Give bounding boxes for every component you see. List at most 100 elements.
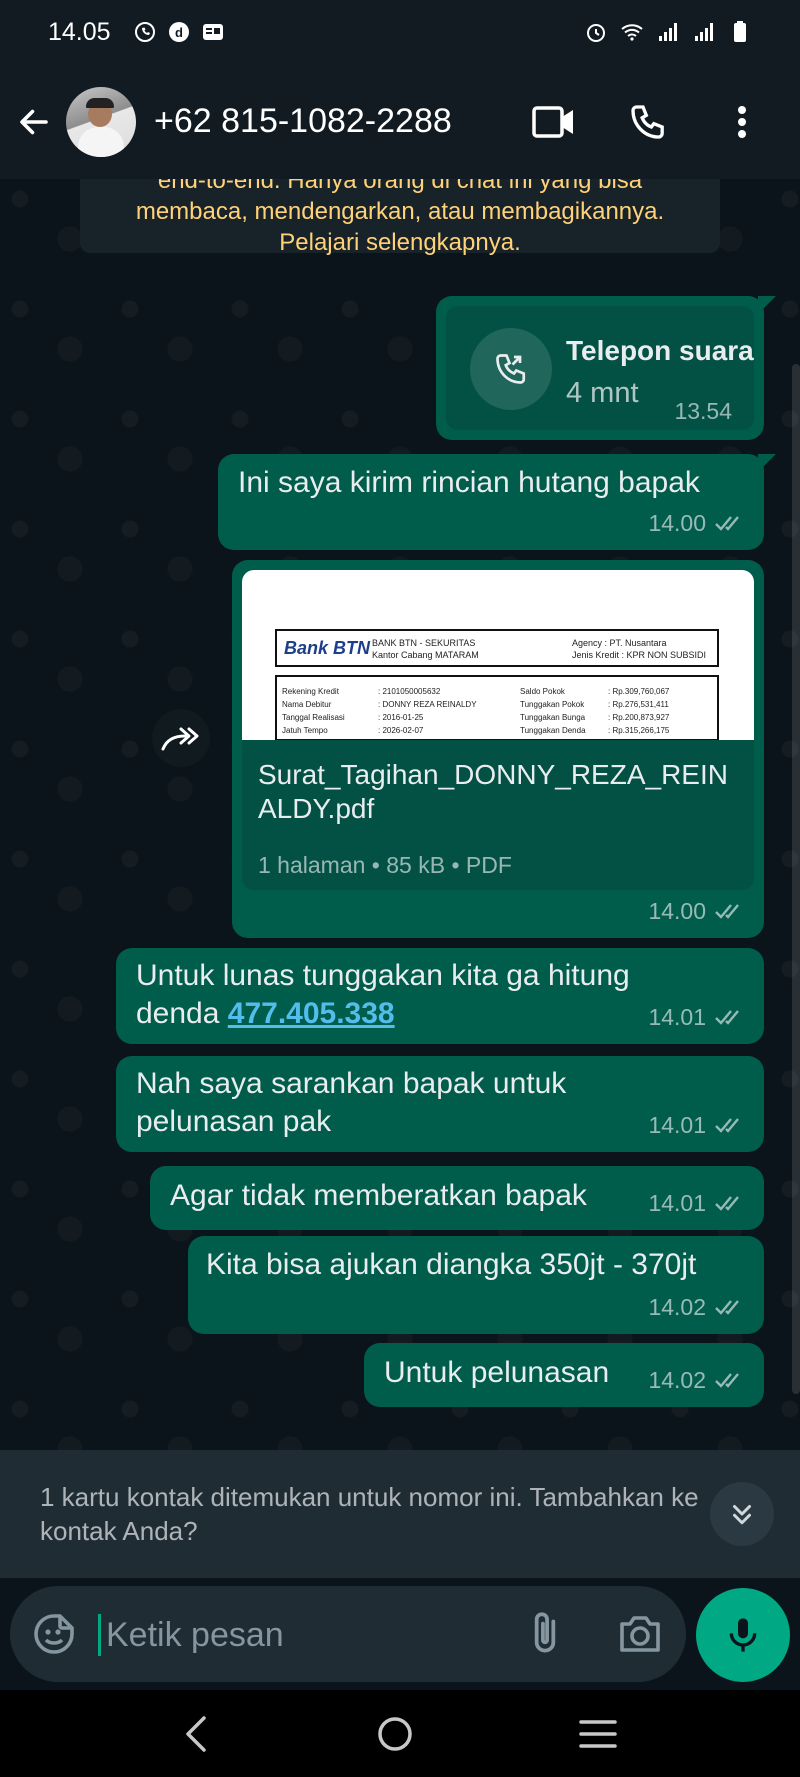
- text-caret: [98, 1614, 101, 1656]
- forward-icon: [161, 727, 199, 751]
- forward-button[interactable]: [152, 709, 210, 767]
- double-check-icon: [715, 1196, 739, 1211]
- kebab-menu-icon: [738, 105, 746, 138]
- call-bubble[interactable]: Telepon suara 4 mnt 13.54: [436, 296, 776, 440]
- sticker-emoji-icon[interactable]: [30, 1610, 78, 1658]
- message-bubble[interactable]: Untuk pelunasan 14.02: [364, 1343, 764, 1407]
- back-button[interactable]: [2, 90, 66, 154]
- amount-link[interactable]: 477.405.338: [228, 997, 395, 1030]
- nav-home-icon[interactable]: [375, 1714, 415, 1754]
- contact-name[interactable]: +62 815-1082-2288: [154, 102, 490, 141]
- signal-icon-2: [695, 23, 713, 41]
- preview-text: Agency : PT. Nusantara: [572, 638, 667, 648]
- scroll-to-bottom-button[interactable]: [710, 1482, 774, 1546]
- notice-line: membaca, mendengarkan, atau membagikanny…: [135, 198, 665, 225]
- document-info: 1 halaman • 85 kB • PDF: [258, 852, 512, 878]
- status-bar: 14.05 d: [0, 0, 800, 64]
- preview-cell: : Rp.315,266,175: [608, 726, 670, 735]
- message-time: 14.01: [648, 1190, 706, 1216]
- preview-cell: : Rp.309,760,067: [608, 687, 670, 696]
- attach-icon[interactable]: [520, 1608, 570, 1660]
- message-time: 14.01: [648, 1004, 706, 1030]
- message-text: pelunasan pak: [136, 1105, 332, 1138]
- double-check-icon: [715, 1373, 739, 1388]
- preview-cell: : 2101050005632: [378, 687, 441, 696]
- double-check-icon: [715, 1300, 739, 1315]
- preview-text: BANK BTN - SEKURITAS: [372, 638, 475, 648]
- document-card[interactable]: Bank BTN BANK BTN - SEKURITAS Kantor Cab…: [242, 570, 754, 890]
- message-meta: 14.00: [648, 504, 748, 542]
- preview-cell: Tanggal Realisasi: [282, 713, 345, 722]
- nav-recents-icon[interactable]: [578, 1717, 618, 1751]
- message-bubble[interactable]: Untuk lunas tunggakan kita ga hitung den…: [116, 948, 764, 1044]
- message-text: denda: [136, 997, 228, 1030]
- banner-text: 1 kartu kontak ditemukan untuk nomor ini…: [40, 1482, 699, 1512]
- call-duration: 4 mnt: [566, 377, 639, 409]
- double-chevron-down-icon: [733, 1505, 751, 1525]
- video-call-button[interactable]: [524, 92, 584, 152]
- message-meta: 14.02: [648, 1361, 748, 1399]
- chat-area[interactable]: end-to-end. Hanya orang di chat ini yang…: [0, 179, 800, 1450]
- message-bubble[interactable]: Agar tidak memberatkan bapak 14.01: [150, 1166, 764, 1230]
- preview-text: Kantor Cabang MATARAM: [372, 650, 479, 660]
- add-contact-banner[interactable]: 1 kartu kontak ditemukan untuk nomor ini…: [0, 1450, 800, 1578]
- alarm-icon: [587, 24, 605, 42]
- whatsapp-icon: [134, 22, 155, 42]
- chat-scrollbar[interactable]: [792, 364, 800, 1394]
- notice-link: Pelajari selengkapnya.: [279, 229, 521, 256]
- more-options-button[interactable]: [712, 92, 772, 152]
- message-input[interactable]: Ketik pesan: [10, 1586, 686, 1682]
- system-nav-bar: [0, 1690, 800, 1777]
- message-meta: 14.00: [648, 892, 748, 930]
- voice-message-button[interactable]: [696, 1588, 790, 1682]
- wifi-icon: [621, 24, 643, 41]
- signal-icon: [659, 23, 677, 41]
- nav-back-icon[interactable]: [182, 1714, 212, 1754]
- message-meta: 14.01: [648, 1184, 748, 1222]
- message-text: Agar tidak memberatkan bapak: [170, 1179, 587, 1212]
- message-text-line: denda 477.405.338: [136, 995, 630, 1033]
- call-log-icon: [470, 328, 552, 410]
- message-text: Ini saya kirim rincian hutang bapak: [238, 466, 700, 499]
- status-time: 14.05: [48, 17, 111, 46]
- preview-text: Jenis Kredit : KPR NON SUBSIDI: [572, 650, 706, 660]
- banner-text: kontak Anda?: [40, 1516, 198, 1546]
- voice-call-button[interactable]: [618, 92, 678, 152]
- preview-cell: : DONNY REZA REINALDY: [378, 700, 477, 709]
- message-bubble[interactable]: Kita bisa ajukan diangka 350jt - 370jt 1…: [188, 1236, 764, 1334]
- message-time: 14.01: [648, 1112, 706, 1138]
- message-meta: 14.02: [648, 1288, 748, 1326]
- arrow-left-icon: [20, 109, 48, 134]
- message-text: Kita bisa ajukan diangka 350jt - 370jt: [206, 1248, 697, 1281]
- app-d-icon: d: [168, 22, 189, 42]
- preview-cell: Tunggakan Bunga: [520, 713, 586, 722]
- preview-cell: Nama Debitur: [282, 700, 332, 709]
- message-bubble[interactable]: Nah saya sarankan bapak untuk pelunasan …: [116, 1056, 764, 1152]
- microphone-icon: [729, 1618, 757, 1652]
- message-time: 14.02: [648, 1294, 706, 1320]
- message-meta: 14.01: [648, 998, 748, 1036]
- call-title: Telepon suara: [566, 335, 754, 366]
- message-time: 14.00: [648, 510, 706, 536]
- phone-icon: [631, 104, 664, 139]
- video-camera-icon: [532, 105, 573, 138]
- input-placeholder: Ketik pesan: [106, 1616, 284, 1654]
- avatar[interactable]: [66, 86, 136, 157]
- document-filename: Surat_Tagihan_DONNY_REZA_REINALDY.pdf: [258, 759, 728, 824]
- camera-icon[interactable]: [614, 1610, 666, 1658]
- message-text: Untuk lunas tunggakan kita ga hitung: [136, 959, 630, 992]
- battery-icon: [734, 21, 746, 42]
- preview-cell: Rekening Kredit: [282, 687, 340, 696]
- document-bubble[interactable]: Bank BTN BANK BTN - SEKURITAS Kantor Cab…: [232, 560, 764, 938]
- chat-header: +62 815-1082-2288: [0, 64, 800, 179]
- message-text: Nah saya sarankan bapak untuk: [136, 1067, 567, 1100]
- message-time: 14.00: [648, 898, 706, 924]
- preview-cell: Tunggakan Pokok: [520, 700, 585, 709]
- encryption-notice[interactable]: end-to-end. Hanya orang di chat ini yang…: [80, 179, 720, 256]
- message-text: Untuk pelunasan: [384, 1356, 610, 1389]
- message-meta: 14.01: [648, 1106, 748, 1144]
- preview-cell: Tunggakan Denda: [520, 726, 586, 735]
- composer: Ketik pesan: [0, 1578, 800, 1690]
- message-bubble[interactable]: Ini saya kirim rincian hutang bapak 14.0…: [218, 454, 776, 550]
- gallery-icon: [202, 24, 223, 40]
